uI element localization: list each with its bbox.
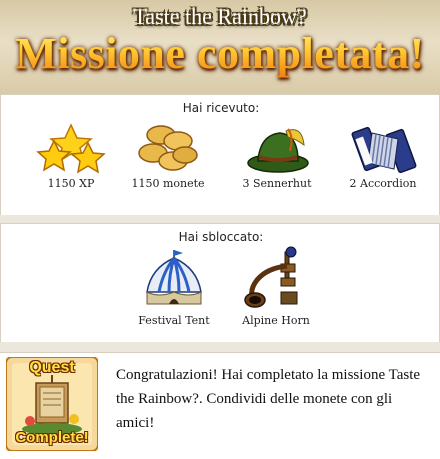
badge-quest-text: Quest	[29, 359, 75, 376]
reward-sennerhut: 3 Sennerhut	[232, 123, 322, 190]
unlocked-panel: Hai sbloccato: Festival Tent Alpine Horn	[0, 223, 440, 343]
header-banner: Taste the Rainbow? Missione completata!	[0, 0, 440, 94]
reward-accordion-label: 2 Accordion	[349, 177, 417, 190]
alpine-horn-icon	[244, 246, 298, 308]
accordion-icon	[351, 126, 417, 174]
separator-band-2	[0, 342, 440, 352]
reward-xp: 1150 XP	[26, 123, 116, 190]
unlocked-title: Hai sbloccato:	[178, 230, 264, 244]
reward-xp-label: 1150 XP	[47, 177, 95, 190]
separator-band	[0, 215, 440, 223]
unlock-alpine-horn-label: Alpine Horn	[242, 314, 310, 327]
festival-tent-icon	[146, 250, 202, 305]
stars-icon	[36, 123, 106, 174]
share-box: Quest Complete! Congratulazioni! Hai com…	[0, 352, 440, 459]
reward-coins: 1150 monete	[123, 123, 213, 190]
received-title: Hai ricevuto:	[182, 101, 260, 115]
share-message: Congratulazioni! Hai completato la missi…	[116, 367, 421, 431]
coins-icon	[138, 125, 198, 171]
quest-complete-badge: Quest Complete!	[5, 356, 99, 452]
unlock-festival-tent-label: Festival Tent	[138, 314, 210, 327]
received-panel: Hai ricevuto: 1150 XP 1150 monete 3 Senn…	[0, 94, 440, 216]
quest-name: Taste the Rainbow?	[133, 4, 307, 29]
unlock-alpine-horn: Alpine Horn	[231, 246, 321, 327]
reward-sennerhut-label: 3 Sennerhut	[242, 177, 312, 190]
reward-accordion: 2 Accordion	[338, 123, 428, 190]
reward-coins-label: 1150 monete	[131, 177, 205, 190]
mission-complete-title: Missione completata!	[0, 28, 440, 79]
alpine-hat-icon	[247, 128, 309, 173]
badge-complete-text: Complete!	[15, 429, 89, 446]
unlock-festival-tent: Festival Tent	[129, 248, 219, 327]
